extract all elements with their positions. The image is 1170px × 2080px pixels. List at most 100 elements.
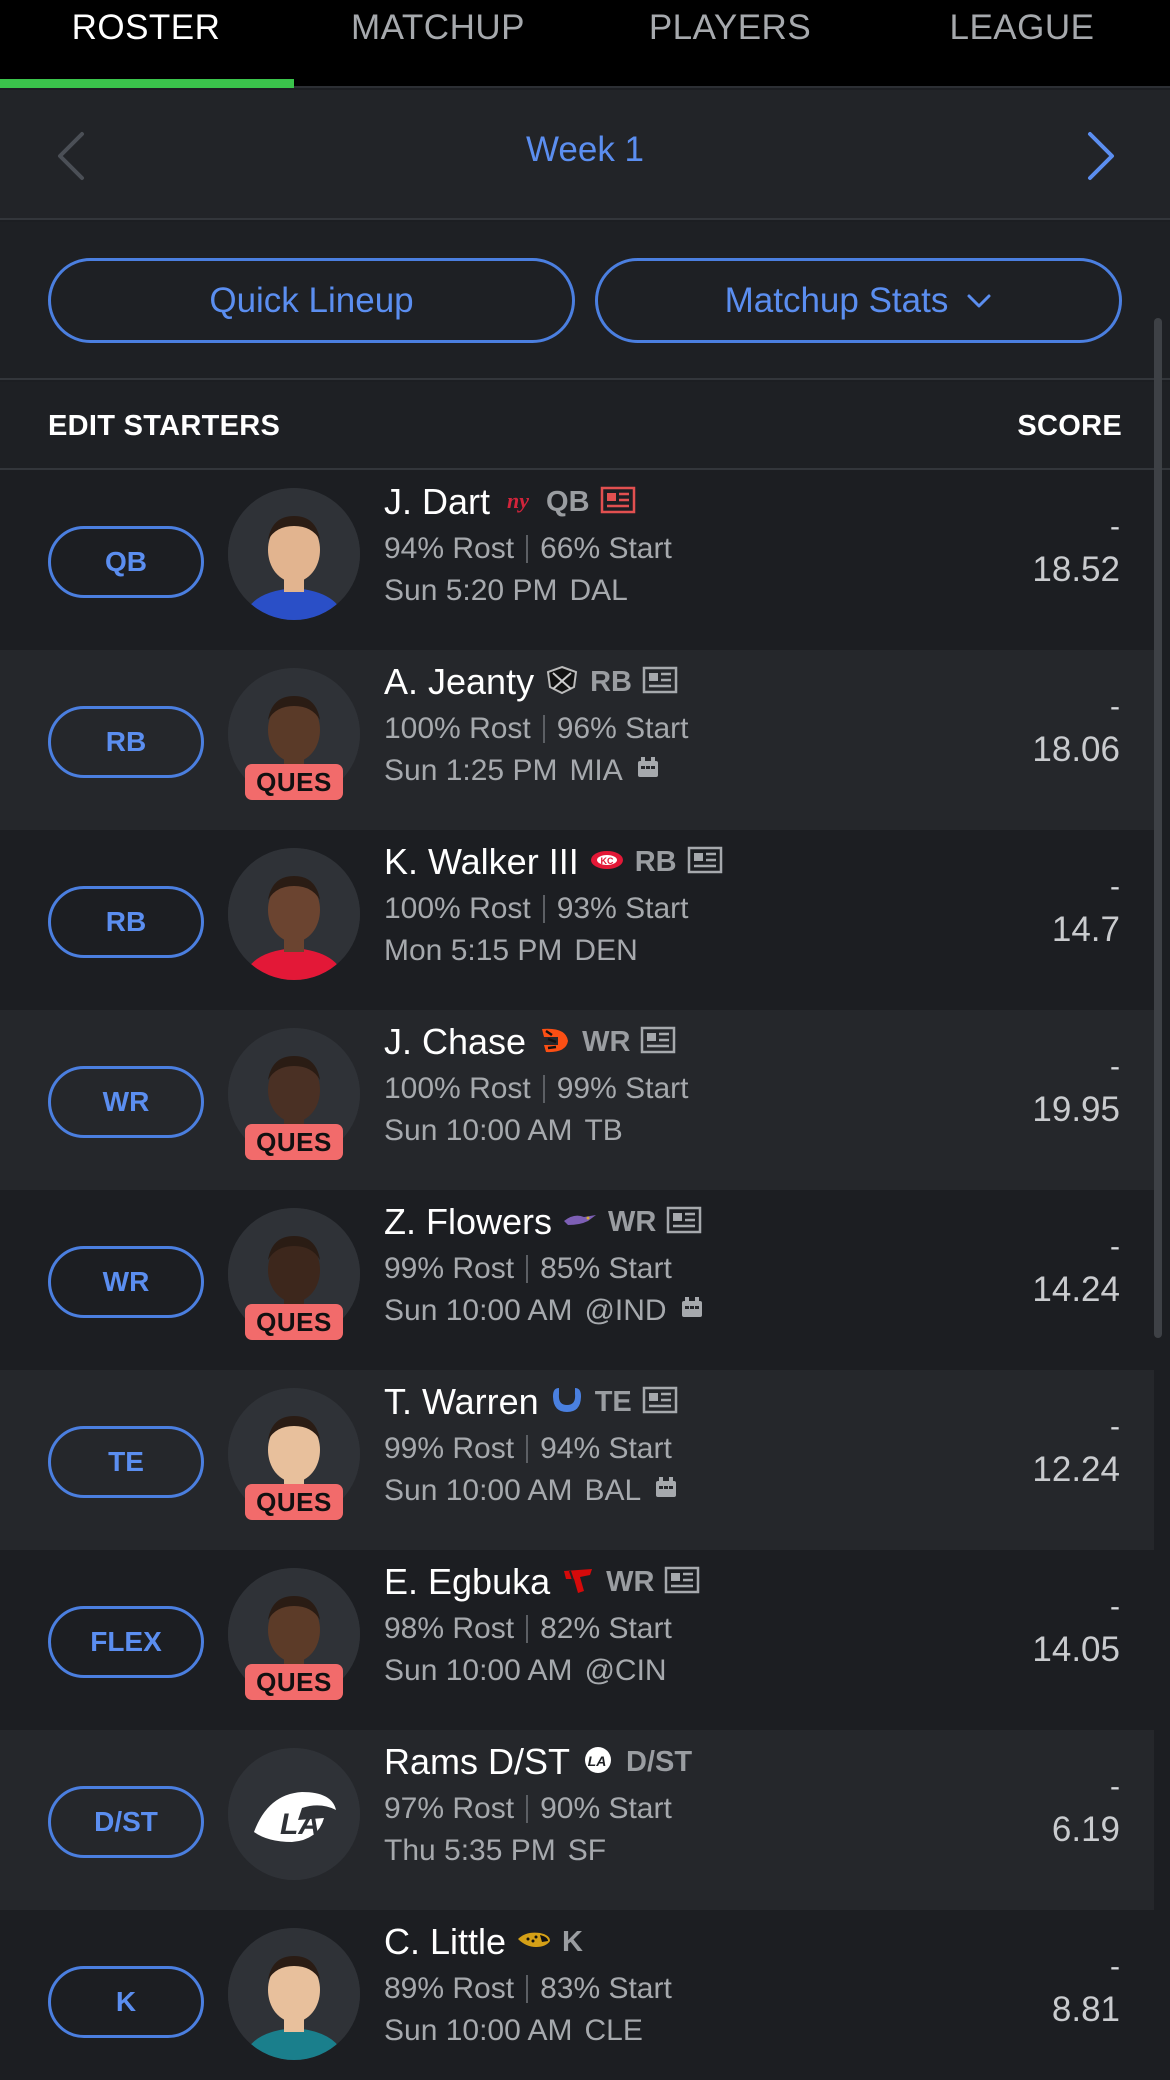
actual-score: - — [1110, 1770, 1120, 1803]
projected-score: 12.24 — [1032, 1450, 1120, 1489]
rostered-percent: 89% Rost — [384, 1972, 515, 2005]
colts-team-icon — [549, 1385, 585, 1420]
divider — [542, 715, 545, 743]
game-info: Thu 5:35 PM SF — [384, 1834, 606, 1868]
divider — [526, 1435, 529, 1463]
player-name[interactable]: J. Chase — [384, 1021, 526, 1063]
news-icon[interactable] — [687, 845, 723, 880]
tab-matchup[interactable]: MATCHUP — [292, 0, 584, 88]
player-row[interactable]: RB QUES A. Jeanty RB 100% Rost 96% Start Sun 1… — [0, 650, 1154, 830]
player-name[interactable]: Rams D/ST — [384, 1741, 570, 1783]
player-headshot[interactable] — [228, 488, 360, 620]
divider — [526, 1615, 529, 1643]
started-percent: 82% Start — [540, 1612, 672, 1645]
lineup-slot-button[interactable]: WR — [48, 1066, 204, 1138]
opponent: CLE — [584, 2014, 643, 2047]
lineup-slot-button[interactable]: RB — [48, 706, 204, 778]
player-row[interactable]: K C. Little K 89% Rost 83% Start Sun 10:00 AM… — [0, 1910, 1154, 2080]
week-title[interactable]: Week 1 — [0, 130, 1170, 170]
chevron-right-icon[interactable] — [1068, 126, 1128, 186]
news-icon[interactable] — [664, 1565, 700, 1600]
player-name[interactable]: A. Jeanty — [384, 661, 534, 703]
tab-players[interactable]: PLAYERS — [584, 0, 876, 88]
lineup-slot-button[interactable]: TE — [48, 1426, 204, 1498]
tab-roster[interactable]: ROSTER — [0, 0, 292, 88]
news-icon[interactable] — [642, 665, 678, 700]
player-headshot[interactable]: LA — [228, 1748, 360, 1880]
score-header: SCORE — [1017, 410, 1122, 442]
divider — [526, 1975, 529, 2003]
player-position: WR — [582, 1025, 631, 1058]
player-name[interactable]: J. Dart — [384, 481, 490, 523]
news-icon[interactable] — [642, 1385, 678, 1420]
questionable-badge: QUES — [245, 1124, 343, 1160]
projected-score: 18.52 — [1032, 550, 1120, 589]
quick-lineup-button[interactable]: Quick Lineup — [48, 258, 575, 343]
scrollbar[interactable] — [1154, 318, 1162, 1338]
player-position: TE — [594, 1385, 632, 1418]
player-row[interactable]: RB K. Walker III KC RB 100% Rost 93% Start Mon… — [0, 830, 1154, 1010]
player-position: D/ST — [626, 1745, 693, 1778]
game-time: Sun 5:20 PM — [384, 574, 558, 607]
game-info: Sun 10:00 AM @IND — [384, 1294, 705, 1328]
ownership-stats: 99% Rost 85% Start — [384, 1252, 672, 1286]
player-name-line: J. Dart ny QB — [384, 478, 636, 526]
game-time: Sun 10:00 AM — [384, 1294, 573, 1327]
game-info: Sun 10:00 AM CLE — [384, 2014, 643, 2048]
edit-starters-link[interactable]: EDIT STARTERS — [48, 410, 280, 443]
lineup-slot-button[interactable]: RB — [48, 886, 204, 958]
news-icon[interactable] — [640, 1025, 676, 1060]
player-headshot[interactable] — [228, 848, 360, 980]
stadium-icon — [635, 754, 661, 788]
starters-header: EDIT STARTERS SCORE — [0, 382, 1170, 470]
player-name[interactable]: Z. Flowers — [384, 1201, 552, 1243]
player-name[interactable]: C. Little — [384, 1921, 506, 1963]
news-icon[interactable] — [600, 485, 636, 520]
game-info: Sun 10:00 AM TB — [384, 1114, 623, 1148]
game-info: Sun 10:00 AM @CIN — [384, 1654, 667, 1688]
player-headshot[interactable] — [228, 1928, 360, 2060]
player-row[interactable]: WR QUES Z. Flowers WR 99% Rost 85% Start Sun 1… — [0, 1190, 1154, 1370]
lineup-slot-button[interactable]: QB — [48, 526, 204, 598]
projected-score: 8.81 — [1051, 1990, 1120, 2029]
questionable-badge: QUES — [245, 764, 343, 800]
player-name[interactable]: K. Walker III — [384, 841, 579, 883]
divider — [526, 1795, 529, 1823]
player-name-line: C. Little K — [384, 1918, 583, 1966]
quick-lineup-label: Quick Lineup — [209, 280, 414, 320]
player-name-line: K. Walker III KC RB — [384, 838, 723, 886]
actual-score: - — [1110, 870, 1120, 903]
started-percent: 83% Start — [540, 1972, 672, 2005]
stadium-icon — [679, 1294, 705, 1328]
projected-score: 14.7 — [1051, 910, 1120, 949]
opponent: SF — [567, 1834, 607, 1867]
player-position: K — [562, 1925, 583, 1958]
matchup-stats-button[interactable]: Matchup Stats — [595, 258, 1122, 343]
lineup-slot-button[interactable]: D/ST — [48, 1786, 204, 1858]
player-position: RB — [634, 845, 677, 878]
player-row[interactable]: TE QUES T. Warren TE 99% Rost 94% Start Sun 10… — [0, 1370, 1154, 1550]
player-row[interactable]: D/ST LA Rams D/ST LA D/ST 97% Rost 90% Start Th… — [0, 1730, 1154, 1910]
started-percent: 94% Start — [540, 1432, 672, 1465]
divider — [542, 895, 545, 923]
projected-score: 18.06 — [1032, 730, 1120, 769]
top-nav: ROSTER MATCHUP PLAYERS LEAGUE — [0, 0, 1170, 88]
player-name[interactable]: E. Egbuka — [384, 1561, 550, 1603]
actual-score: - — [1110, 1410, 1120, 1443]
ownership-stats: 99% Rost 94% Start — [384, 1432, 672, 1466]
player-row[interactable]: QB J. Dart ny QB 94% Rost 66% Start Sun 5:20 P… — [0, 470, 1154, 650]
player-row[interactable]: WR QUES J. Chase WR 100% Rost 99% Start Sun 10… — [0, 1010, 1154, 1190]
game-time: Thu 5:35 PM — [384, 1834, 556, 1867]
player-name[interactable]: T. Warren — [384, 1381, 539, 1423]
lineup-slot-button[interactable]: K — [48, 1966, 204, 2038]
ownership-stats: 100% Rost 96% Start — [384, 712, 688, 746]
tab-league[interactable]: LEAGUE — [876, 0, 1168, 88]
lineup-slot-button[interactable]: WR — [48, 1246, 204, 1318]
actual-score: - — [1110, 1230, 1120, 1263]
player-row[interactable]: FLEX QUES E. Egbuka WR 98% Rost 82% Start Sun … — [0, 1550, 1154, 1730]
lineup-slot-button[interactable]: FLEX — [48, 1606, 204, 1678]
game-time: Mon 5:15 PM — [384, 934, 563, 967]
news-icon[interactable] — [666, 1205, 702, 1240]
actual-score: - — [1110, 510, 1120, 543]
jaguars-team-icon — [516, 1925, 552, 1960]
